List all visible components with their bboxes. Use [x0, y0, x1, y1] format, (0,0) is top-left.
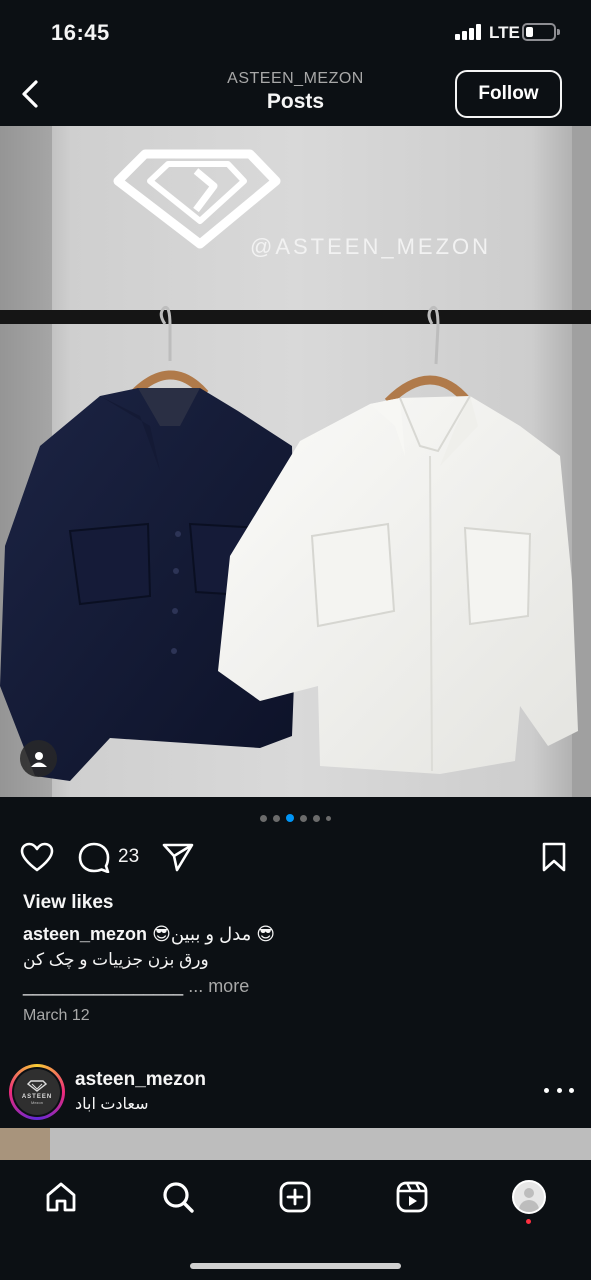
person-icon [30, 751, 47, 767]
avatar-sub-text: Mezon [30, 1099, 43, 1105]
caption-third-line: ________________ ... more [23, 974, 249, 998]
user-tag-button[interactable] [20, 740, 57, 777]
post-date: March 12 [23, 1007, 90, 1024]
heart-icon [20, 842, 54, 872]
carousel-dot [273, 814, 280, 822]
status-time: 16:45 [51, 20, 110, 45]
create-icon [279, 1181, 311, 1213]
carousel-dot [260, 814, 267, 822]
comment-button[interactable] [76, 839, 112, 875]
carousel-dot [300, 814, 307, 822]
caption-divider: ________________ [23, 976, 184, 996]
signal-icon [455, 24, 483, 40]
like-button[interactable] [19, 839, 55, 875]
caption-text: 😎مدل و ببین 😎 [152, 924, 276, 944]
post-header: ASTEEN_MEZON Posts Follow [0, 62, 591, 126]
next-post-image[interactable] [0, 1128, 591, 1160]
home-icon [46, 1182, 76, 1212]
caption-username[interactable]: asteen_mezon [23, 924, 147, 944]
wall-sign: @ASTEEN_MEZON [250, 234, 491, 259]
nav-search[interactable] [158, 1177, 198, 1217]
nav-create[interactable] [275, 1177, 315, 1217]
caption-second-line: ورق بزن جزییات و چک کن [23, 950, 209, 969]
more-link[interactable]: ... more [188, 976, 249, 996]
nav-reels[interactable] [392, 1177, 432, 1217]
comment-count[interactable]: 23 [118, 846, 139, 868]
carousel-dot-active [286, 814, 294, 822]
home-indicator[interactable] [190, 1263, 401, 1269]
nav-home[interactable] [41, 1177, 81, 1217]
status-bar: 16:45 LTE [0, 0, 591, 62]
caption-first-line: asteen_mezon 😎مدل و ببین 😎 [23, 922, 323, 946]
search-icon [163, 1182, 194, 1213]
more-options-button[interactable] [544, 1080, 574, 1100]
bottom-nav [0, 1160, 591, 1280]
share-button[interactable] [160, 839, 196, 875]
next-post-username[interactable]: asteen_mezon [75, 1069, 206, 1091]
more-horizontal-icon [544, 1087, 549, 1093]
carousel-indicator [0, 813, 591, 823]
notification-dot [526, 1219, 531, 1224]
nav-profile[interactable] [509, 1177, 549, 1217]
diamond-logo-icon [27, 1079, 47, 1092]
avatar: ASTEEN Mezon [14, 1069, 60, 1115]
carousel-dot [326, 815, 331, 821]
save-button[interactable] [536, 839, 572, 875]
profile-avatar [512, 1180, 546, 1214]
next-post-header: ASTEEN Mezon asteen_mezon سعادت اباد [0, 1058, 591, 1126]
reels-icon [396, 1181, 428, 1213]
network-type: LTE [489, 23, 520, 42]
comment-icon [78, 842, 110, 873]
send-icon [162, 843, 194, 872]
bookmark-icon [542, 842, 566, 872]
product-photo: @ASTEEN_MEZON [0, 126, 591, 797]
next-post-location[interactable]: سعادت اباد [75, 1094, 149, 1114]
follow-button[interactable]: Follow [455, 70, 562, 118]
avatar-story-ring[interactable]: ASTEEN Mezon [9, 1064, 65, 1120]
carousel-dot [313, 814, 320, 822]
post-image[interactable]: @ASTEEN_MEZON [0, 126, 591, 797]
post-actions: 23 [0, 836, 591, 878]
view-likes-link[interactable]: View likes [23, 892, 114, 914]
battery-icon [522, 23, 560, 41]
